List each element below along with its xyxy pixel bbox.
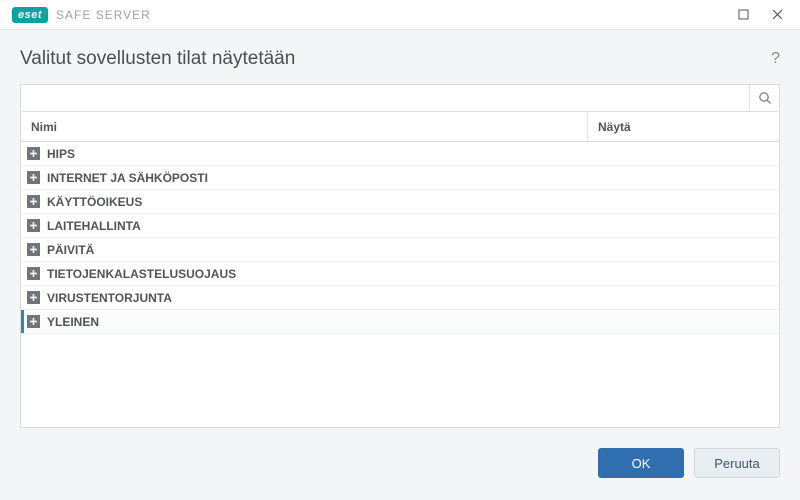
page-header: Valitut sovellusten tilat näytetään ? (20, 48, 780, 70)
expand-icon[interactable] (27, 171, 40, 184)
dialog-body: Valitut sovellusten tilat näytetään ? Ni… (0, 30, 800, 500)
search-bar (20, 84, 780, 112)
ok-button[interactable]: OK (598, 448, 684, 478)
table-row[interactable]: KÄYTTÖOIKEUS (21, 190, 779, 214)
window-close-button[interactable] (760, 0, 794, 30)
expand-icon[interactable] (27, 267, 40, 280)
window-maximize-button[interactable] (726, 0, 760, 30)
table-row[interactable]: TIETOJENKALASTELUSUOJAUS (21, 262, 779, 286)
page-title: Valitut sovellusten tilat näytetään (20, 48, 295, 70)
group-label: HIPS (47, 147, 75, 161)
table-row[interactable]: HIPS (21, 142, 779, 166)
table-row[interactable]: PÄIVITÄ (21, 238, 779, 262)
search-button[interactable] (749, 85, 779, 111)
column-header-show[interactable]: Näytä (588, 112, 779, 141)
group-label: YLEINEN (47, 315, 99, 329)
group-label: INTERNET JA SÄHKÖPOSTI (47, 171, 208, 185)
table-row[interactable]: VIRUSTENTORJUNTA (21, 286, 779, 310)
expand-icon[interactable] (27, 315, 40, 328)
help-icon[interactable]: ? (771, 50, 780, 68)
expand-icon[interactable] (27, 147, 40, 160)
table-row[interactable]: YLEINEN (21, 310, 779, 334)
brand-product: SAFE SERVER (56, 8, 151, 22)
settings-table: Nimi Näytä HIPS INTERNET JA SÄHKÖPOSTI KÄY… (20, 112, 780, 428)
expand-icon[interactable] (27, 219, 40, 232)
group-label: VIRUSTENTORJUNTA (47, 291, 172, 305)
column-header-name[interactable]: Nimi (21, 112, 588, 141)
expand-icon[interactable] (27, 195, 40, 208)
close-icon (772, 9, 783, 20)
group-label: KÄYTTÖOIKEUS (47, 195, 142, 209)
square-icon (738, 9, 749, 20)
group-label: LAITEHALLINTA (47, 219, 141, 233)
cancel-button[interactable]: Peruuta (694, 448, 780, 478)
search-icon (758, 91, 772, 105)
dialog-footer: OK Peruuta (20, 438, 780, 488)
group-label: PÄIVITÄ (47, 243, 94, 257)
expand-icon[interactable] (27, 243, 40, 256)
table-body: HIPS INTERNET JA SÄHKÖPOSTI KÄYTTÖOIKEUS LA… (21, 142, 779, 427)
group-label: TIETOJENKALASTELUSUOJAUS (47, 267, 236, 281)
table-header: Nimi Näytä (21, 112, 779, 142)
table-row[interactable]: INTERNET JA SÄHKÖPOSTI (21, 166, 779, 190)
table-row[interactable]: LAITEHALLINTA (21, 214, 779, 238)
expand-icon[interactable] (27, 291, 40, 304)
titlebar: eset SAFE SERVER (0, 0, 800, 30)
brand-badge: eset (12, 7, 48, 23)
search-input[interactable] (21, 85, 749, 111)
